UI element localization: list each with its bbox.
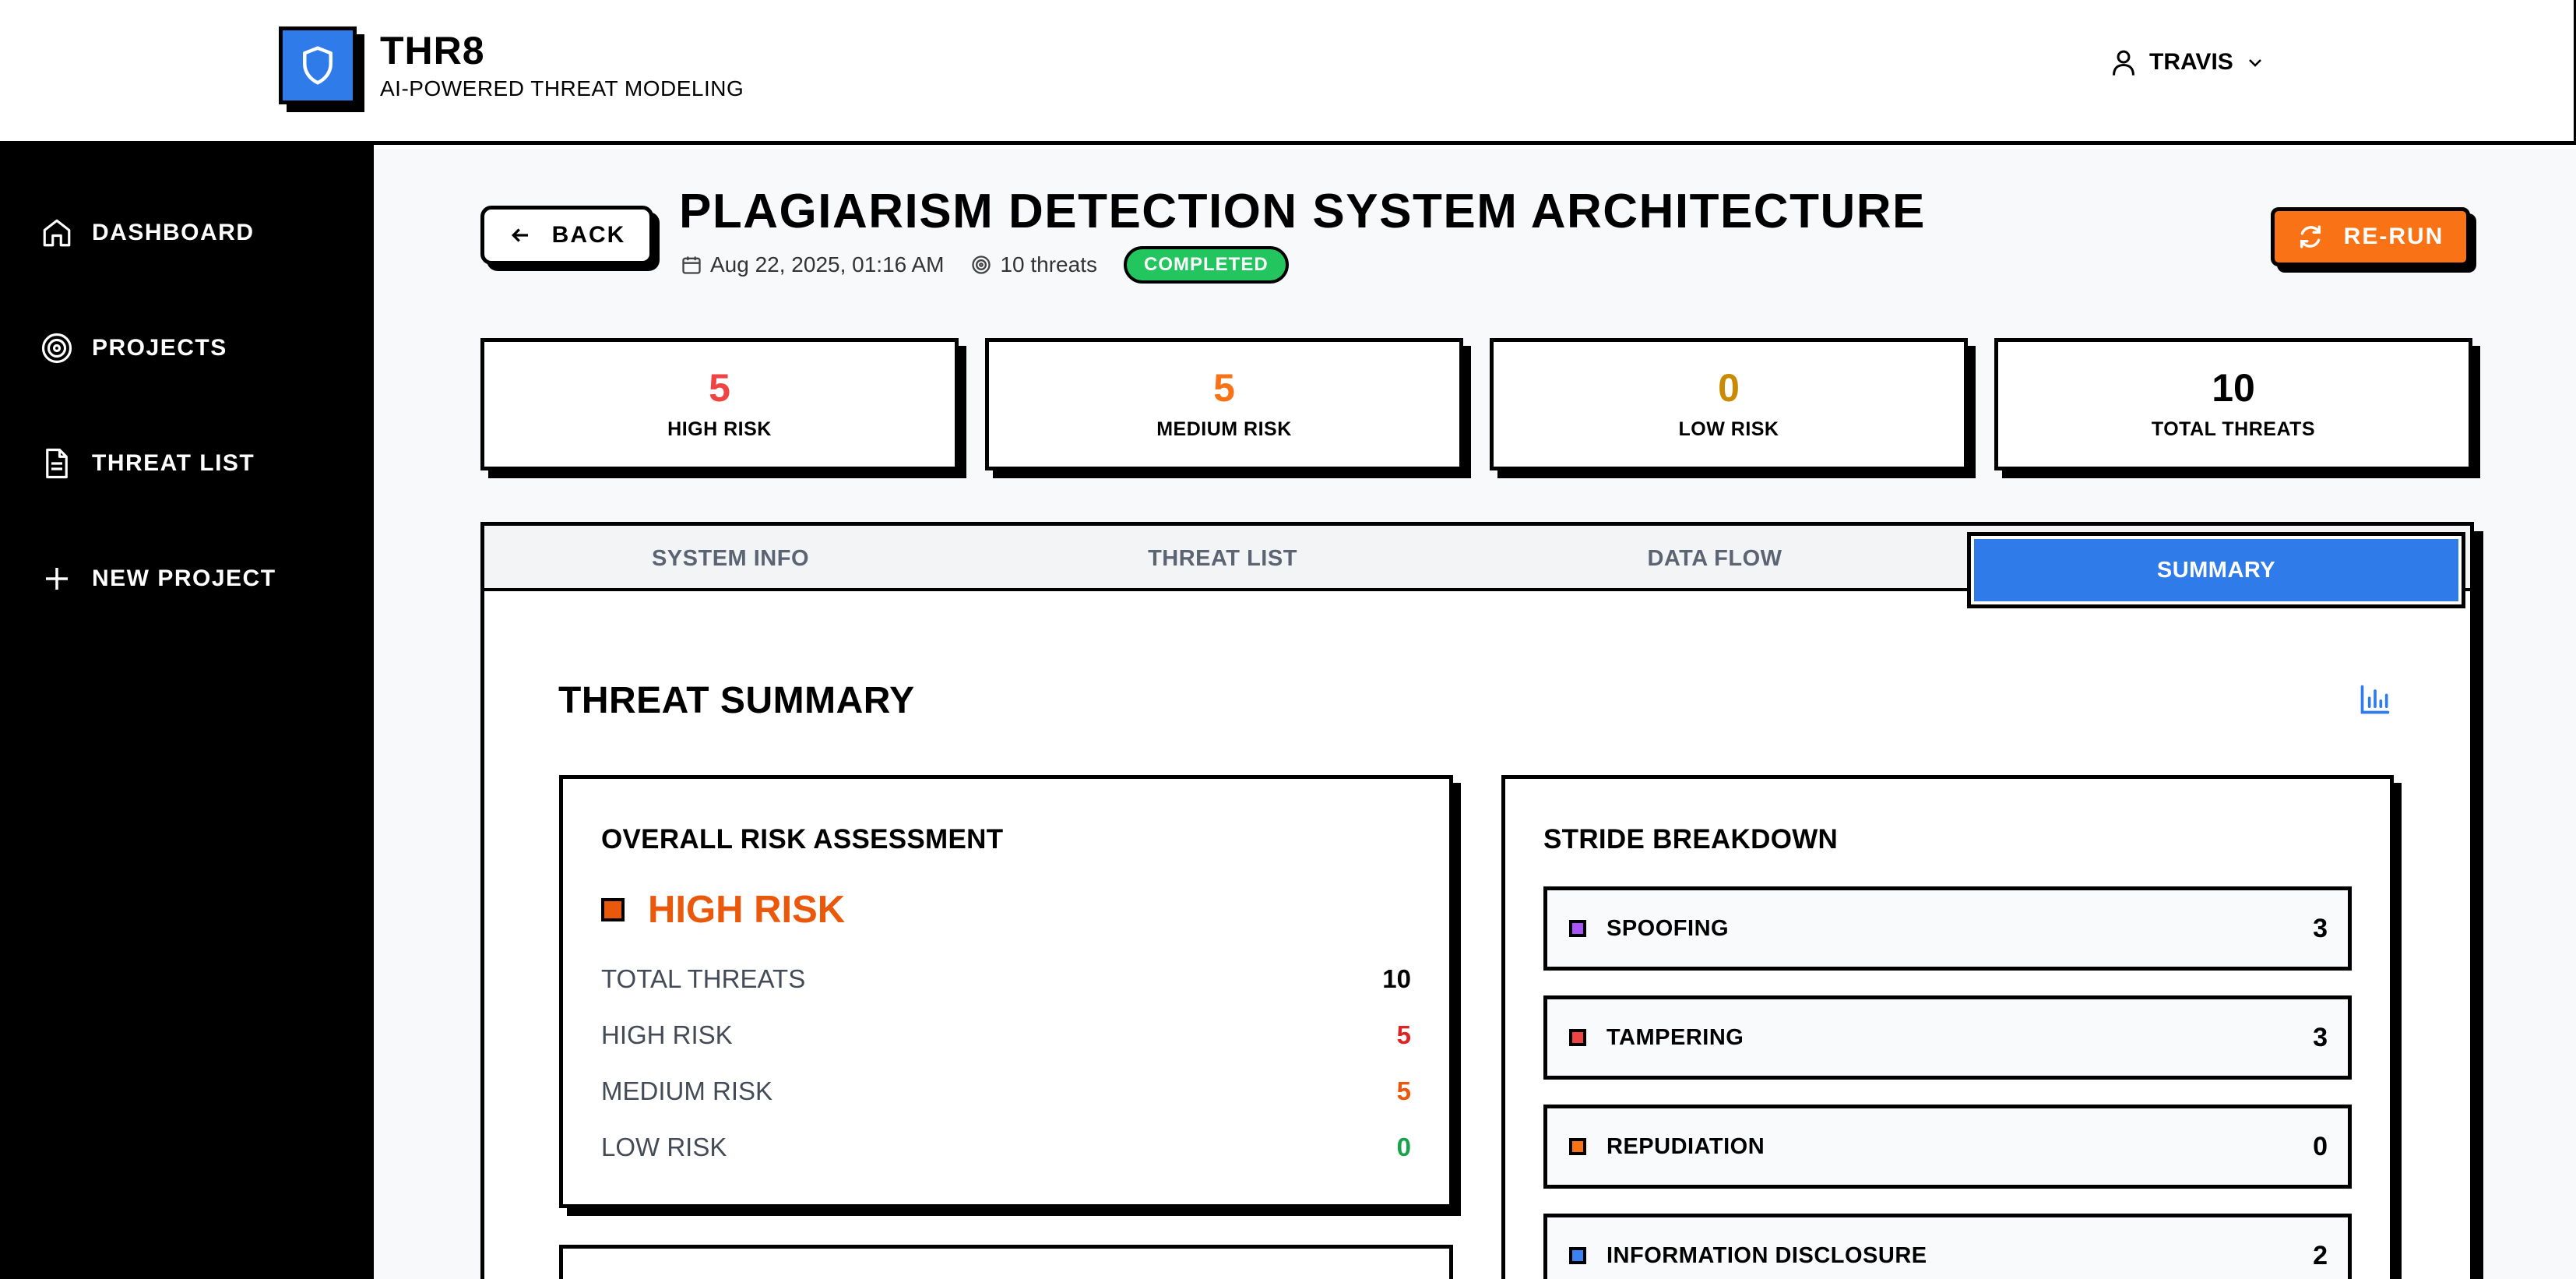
stride-label: SPOOFING — [1606, 915, 1730, 941]
stride-item-repudiation: REPUDIATION 0 — [1543, 1105, 2352, 1189]
top-header: THR8 AI-POWERED THREAT MODELING TRAVIS — [0, 0, 2576, 145]
tab-summary[interactable]: SUMMARY — [1967, 532, 2465, 608]
stride-label: TAMPERING — [1606, 1024, 1744, 1050]
sidebar-item-projects[interactable]: PROJECTS — [40, 332, 227, 365]
tab-system-info[interactable]: SYSTEM INFO — [484, 526, 977, 591]
rerun-button-label: RE-RUN — [2343, 224, 2444, 249]
risk-row-label: TOTAL THREATS — [601, 964, 806, 993]
shield-icon — [303, 46, 333, 85]
category-swatch — [1569, 1138, 1586, 1155]
arrow-left-icon — [511, 228, 528, 242]
back-button-label: BACK — [551, 222, 626, 248]
bar-chart-icon[interactable] — [2358, 682, 2392, 717]
risk-row-value: 5 — [1396, 1020, 1411, 1049]
stat-label: LOW RISK — [1678, 418, 1779, 440]
tab-bar: SYSTEM INFO THREAT LIST DATA FLOW SUMMAR… — [484, 526, 2470, 608]
risk-row-total: TOTAL THREATS 10 — [601, 964, 1411, 994]
stride-item-information-disclosure: INFORMATION DISCLOSURE 2 — [1543, 1214, 2352, 1279]
risk-row-medium: MEDIUM RISK 5 — [601, 1076, 1411, 1106]
target-icon — [972, 255, 991, 274]
page-title: PLAGIARISM DETECTION SYSTEM ARCHITECTURE — [679, 185, 1926, 238]
date-meta: Aug 22, 2025, 01:16 AM — [681, 252, 944, 277]
risk-row-high: HIGH RISK 5 — [601, 1020, 1411, 1050]
user-name: TRAVIS — [2149, 49, 2233, 75]
sidebar-item-label: PROJECTS — [92, 335, 227, 361]
app-logo[interactable] — [279, 26, 357, 104]
sidebar-item-new-project[interactable]: NEW PROJECT — [40, 562, 276, 595]
sidebar-item-label: THREAT LIST — [92, 450, 255, 476]
target-icon — [41, 333, 72, 364]
stat-card-low-risk: 0 LOW RISK — [1490, 338, 1968, 470]
chevron-down-icon — [2248, 59, 2261, 67]
rerun-button[interactable]: RE-RUN — [2271, 207, 2470, 266]
card-title: STRIDE BREAKDOWN — [1543, 824, 1839, 854]
risk-level-text: HIGH RISK — [648, 889, 846, 931]
home-icon — [43, 219, 71, 247]
threat-count-meta: 10 threats — [970, 252, 1097, 277]
card-title: OVERALL RISK ASSESSMENT — [601, 824, 1004, 854]
risk-row-label: LOW RISK — [601, 1133, 727, 1161]
stat-value: 0 — [1718, 365, 1740, 410]
stride-item-tampering: TAMPERING 3 — [1543, 995, 2352, 1080]
back-button[interactable]: BACK — [480, 206, 653, 265]
app-tagline: AI-POWERED THREAT MODELING — [380, 76, 744, 100]
section-title: THREAT SUMMARY — [558, 680, 915, 721]
status-badge: COMPLETED — [1123, 246, 1289, 284]
tab-data-flow[interactable]: DATA FLOW — [1469, 526, 1961, 591]
stride-count: 3 — [2313, 1022, 2328, 1052]
risk-row-value: 0 — [1396, 1133, 1411, 1161]
next-card — [559, 1245, 1453, 1279]
overall-risk-level: HIGH RISK — [601, 888, 845, 932]
stat-card-medium-risk: 5 MEDIUM RISK — [985, 338, 1463, 470]
sidebar: DASHBOARD PROJECTS THREAT LIST NEW PROJE… — [0, 145, 374, 1279]
tab-threat-list[interactable]: THREAT LIST — [977, 526, 1469, 591]
stat-value: 5 — [1213, 365, 1235, 410]
user-icon — [2113, 50, 2134, 76]
refresh-icon — [2300, 225, 2321, 248]
stride-count: 3 — [2313, 913, 2328, 943]
project-date: Aug 22, 2025, 01:16 AM — [710, 252, 945, 277]
sidebar-item-label: DASHBOARD — [92, 220, 255, 245]
stat-card-total-threats: 10 TOTAL THREATS — [1994, 338, 2472, 470]
stat-label: TOTAL THREATS — [2151, 418, 2316, 440]
stride-count: 0 — [2313, 1131, 2328, 1161]
category-swatch — [1569, 1029, 1586, 1046]
stat-label: HIGH RISK — [667, 418, 772, 440]
stride-label: REPUDIATION — [1606, 1133, 1765, 1159]
stride-label: INFORMATION DISCLOSURE — [1606, 1242, 1927, 1268]
stride-count: 2 — [2313, 1240, 2328, 1270]
sidebar-item-dashboard[interactable]: DASHBOARD — [40, 217, 255, 249]
risk-row-label: HIGH RISK — [601, 1020, 733, 1049]
plus-icon — [46, 568, 68, 590]
stat-card-high-risk: 5 HIGH RISK — [480, 338, 959, 470]
stat-value: 10 — [2212, 365, 2255, 410]
project-meta: Aug 22, 2025, 01:16 AM 10 threats COMPLE… — [681, 246, 1289, 284]
stat-value: 5 — [709, 365, 730, 410]
sidebar-item-label: NEW PROJECT — [92, 566, 276, 591]
category-swatch — [1569, 920, 1586, 937]
risk-row-low: LOW RISK 0 — [601, 1133, 1411, 1162]
document-icon — [46, 448, 68, 479]
risk-row-value: 5 — [1396, 1076, 1411, 1105]
stride-item-spoofing: SPOOFING 3 — [1543, 886, 2352, 971]
stat-label: MEDIUM RISK — [1156, 418, 1292, 440]
sidebar-item-threat-list[interactable]: THREAT LIST — [40, 447, 255, 480]
app-name: THR8 — [380, 29, 485, 72]
risk-row-label: MEDIUM RISK — [601, 1076, 773, 1105]
user-menu[interactable]: TRAVIS — [2110, 48, 2265, 76]
category-swatch — [1569, 1247, 1586, 1264]
risk-row-value: 10 — [1382, 964, 1411, 993]
calendar-icon — [682, 256, 701, 274]
risk-indicator — [601, 898, 625, 921]
threat-count: 10 threats — [1000, 252, 1097, 277]
